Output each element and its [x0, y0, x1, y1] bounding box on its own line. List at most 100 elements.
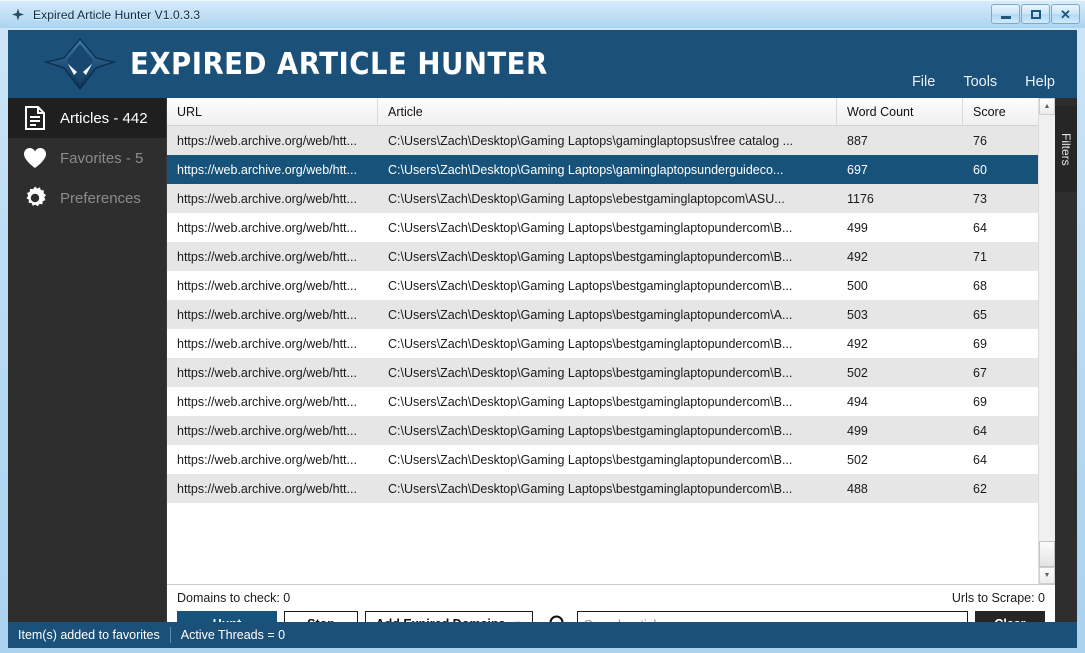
menu-file[interactable]: File	[912, 74, 935, 90]
articles-table: URL Article Word Count Score https://web…	[167, 98, 1055, 584]
scroll-up-button[interactable]: ▲	[1039, 98, 1055, 115]
heart-icon	[22, 145, 48, 171]
sidebar-item-favorites[interactable]: Favorites - 5	[8, 138, 166, 178]
cell-url: https://web.archive.org/web/htt...	[167, 424, 378, 438]
cell-article: C:\Users\Zach\Desktop\Gaming Laptops\bes…	[378, 221, 837, 235]
window-title: Expired Article Hunter V1.0.3.3	[33, 8, 200, 22]
cell-word-count: 494	[837, 395, 963, 409]
menu-tools[interactable]: Tools	[963, 74, 997, 90]
application-window: Expired Article Hunter V1.0.3.3 ✕	[0, 0, 1085, 653]
table-scrollbar[interactable]: ▲ ▼	[1038, 98, 1055, 584]
cell-article: C:\Users\Zach\Desktop\Gaming Laptops\bes…	[378, 337, 837, 351]
cell-word-count: 500	[837, 279, 963, 293]
table-row[interactable]: https://web.archive.org/web/htt...C:\Use…	[167, 184, 1055, 213]
status-message: Item(s) added to favorites	[8, 628, 170, 642]
maximize-button[interactable]	[1021, 4, 1050, 24]
cell-url: https://web.archive.org/web/htt...	[167, 395, 378, 409]
cell-article: C:\Users\Zach\Desktop\Gaming Laptops\gam…	[378, 163, 837, 177]
sidebar-item-preferences-label: Preferences	[60, 190, 141, 207]
cell-article: C:\Users\Zach\Desktop\Gaming Laptops\gam…	[378, 134, 837, 148]
cell-article: C:\Users\Zach\Desktop\Gaming Laptops\bes…	[378, 424, 837, 438]
filters-tab-label: Filters	[1059, 133, 1073, 166]
cell-article: C:\Users\Zach\Desktop\Gaming Laptops\bes…	[378, 279, 837, 293]
cell-word-count: 499	[837, 221, 963, 235]
cell-word-count: 502	[837, 453, 963, 467]
table-row[interactable]: https://web.archive.org/web/htt...C:\Use…	[167, 213, 1055, 242]
window-controls: ✕	[991, 4, 1080, 24]
app-header: EXPIRED ARTICLE HUNTER File Tools Help	[8, 30, 1077, 98]
sidebar-item-favorites-label: Favorites - 5	[60, 150, 143, 167]
cell-url: https://web.archive.org/web/htt...	[167, 453, 378, 467]
cell-url: https://web.archive.org/web/htt...	[167, 134, 378, 148]
cell-word-count: 492	[837, 250, 963, 264]
table-row[interactable]: https://web.archive.org/web/htt...C:\Use…	[167, 300, 1055, 329]
menu-bar: File Tools Help	[912, 74, 1055, 90]
menu-help[interactable]: Help	[1025, 74, 1055, 90]
cell-word-count: 1176	[837, 192, 963, 206]
cell-url: https://web.archive.org/web/htt...	[167, 366, 378, 380]
cell-article: C:\Users\Zach\Desktop\Gaming Laptops\bes…	[378, 308, 837, 322]
close-button[interactable]: ✕	[1051, 4, 1080, 24]
cell-url: https://web.archive.org/web/htt...	[167, 482, 378, 496]
sidebar-item-articles-label: Articles - 442	[60, 110, 148, 127]
cell-article: C:\Users\Zach\Desktop\Gaming Laptops\bes…	[378, 395, 837, 409]
filters-tab[interactable]: Filters	[1055, 106, 1077, 192]
brand: EXPIRED ARTICLE HUNTER	[44, 38, 584, 90]
column-header-article[interactable]: Article	[378, 98, 837, 125]
column-header-word-count[interactable]: Word Count	[837, 98, 963, 125]
cell-word-count: 887	[837, 134, 963, 148]
table-row[interactable]: https://web.archive.org/web/htt...C:\Use…	[167, 242, 1055, 271]
cell-word-count: 502	[837, 366, 963, 380]
urls-to-scrape-label: Urls to Scrape: 0	[952, 591, 1045, 605]
cell-url: https://web.archive.org/web/htt...	[167, 279, 378, 293]
table-row[interactable]: https://web.archive.org/web/htt...C:\Use…	[167, 445, 1055, 474]
table-row[interactable]: https://web.archive.org/web/htt...C:\Use…	[167, 358, 1055, 387]
filters-rail: Filters	[1055, 98, 1077, 645]
app-logo-icon	[44, 38, 116, 90]
app-logo-text: EXPIRED ARTICLE HUNTER	[130, 47, 548, 82]
cell-article: C:\Users\Zach\Desktop\Gaming Laptops\bes…	[378, 453, 837, 467]
main-panel: URL Article Word Count Score https://web…	[166, 98, 1055, 645]
cell-word-count: 488	[837, 482, 963, 496]
cell-url: https://web.archive.org/web/htt...	[167, 308, 378, 322]
table-row[interactable]: https://web.archive.org/web/htt...C:\Use…	[167, 474, 1055, 503]
minimize-button[interactable]	[991, 4, 1020, 24]
cell-url: https://web.archive.org/web/htt...	[167, 250, 378, 264]
title-bar: Expired Article Hunter V1.0.3.3 ✕	[0, 0, 1085, 28]
toolbar-counters: Domains to check: 0 Urls to Scrape: 0	[177, 591, 1045, 605]
cell-article: C:\Users\Zach\Desktop\Gaming Laptops\ebe…	[378, 192, 837, 206]
table-body: https://web.archive.org/web/htt...C:\Use…	[167, 126, 1055, 584]
cell-word-count: 503	[837, 308, 963, 322]
status-bar: Item(s) added to favorites Active Thread…	[8, 622, 1077, 648]
cell-url: https://web.archive.org/web/htt...	[167, 221, 378, 235]
gear-icon	[22, 185, 48, 211]
minimize-icon	[1001, 16, 1011, 19]
table-row[interactable]: https://web.archive.org/web/htt...C:\Use…	[167, 387, 1055, 416]
table-header-row: URL Article Word Count Score	[167, 98, 1055, 126]
table-row[interactable]: https://web.archive.org/web/htt...C:\Use…	[167, 329, 1055, 358]
cell-word-count: 499	[837, 424, 963, 438]
column-header-url[interactable]: URL	[167, 98, 378, 125]
scroll-thumb[interactable]	[1039, 541, 1055, 567]
table-row[interactable]: https://web.archive.org/web/htt...C:\Use…	[167, 271, 1055, 300]
cell-article: C:\Users\Zach\Desktop\Gaming Laptops\bes…	[378, 250, 837, 264]
scroll-track[interactable]	[1039, 115, 1055, 567]
table-row[interactable]: https://web.archive.org/web/htt...C:\Use…	[167, 416, 1055, 445]
maximize-icon	[1031, 10, 1041, 19]
sidebar-item-preferences[interactable]: Preferences	[8, 178, 166, 218]
cell-url: https://web.archive.org/web/htt...	[167, 163, 378, 177]
close-icon: ✕	[1060, 8, 1071, 21]
cell-word-count: 492	[837, 337, 963, 351]
content-area: Articles - 442 Favorites - 5	[8, 98, 1077, 645]
app-icon	[10, 7, 26, 23]
table-row[interactable]: https://web.archive.org/web/htt...C:\Use…	[167, 126, 1055, 155]
active-threads-label: Active Threads = 0	[171, 628, 295, 642]
scroll-down-button[interactable]: ▼	[1039, 567, 1055, 584]
cell-article: C:\Users\Zach\Desktop\Gaming Laptops\bes…	[378, 366, 837, 380]
table-row[interactable]: https://web.archive.org/web/htt...C:\Use…	[167, 155, 1055, 184]
cell-word-count: 697	[837, 163, 963, 177]
sidebar: Articles - 442 Favorites - 5	[8, 98, 166, 645]
domains-to-check-label: Domains to check: 0	[177, 591, 290, 605]
sidebar-item-articles[interactable]: Articles - 442	[8, 98, 166, 138]
cell-article: C:\Users\Zach\Desktop\Gaming Laptops\bes…	[378, 482, 837, 496]
